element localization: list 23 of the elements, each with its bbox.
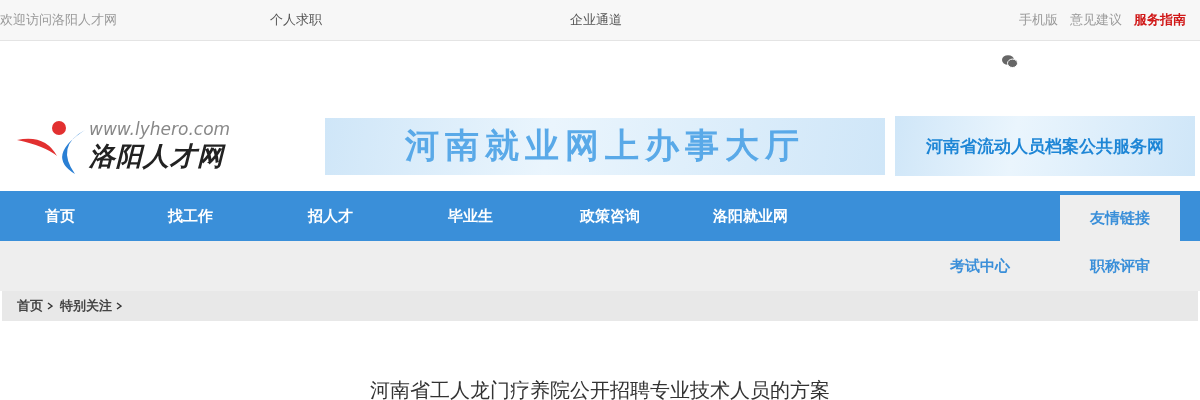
nav-tab[interactable]: 毕业生 xyxy=(400,191,540,241)
top-link[interactable]: 意见建议 xyxy=(1070,11,1122,29)
nav-tab[interactable]: 招人才 xyxy=(260,191,400,241)
nav-tab[interactable]: 友情链接 xyxy=(1060,195,1180,241)
channel-link[interactable]: 个人求职 xyxy=(270,11,570,29)
nav-tab[interactable]: 找工作 xyxy=(120,191,260,241)
subnav-link[interactable]: 职称评审 xyxy=(1060,241,1180,291)
top-link[interactable]: 服务指南 xyxy=(1134,11,1186,29)
chevron-icon xyxy=(47,302,53,310)
banner-link[interactable]: 河南就业网上办事大厅 xyxy=(325,117,885,175)
chevron-icon xyxy=(116,302,122,310)
top-link[interactable]: 手机版 xyxy=(1019,11,1058,29)
nav-tab[interactable]: 首页 xyxy=(0,191,120,241)
nav-tab[interactable]: 政策咨询 xyxy=(540,191,680,241)
breadcrumb-link[interactable]: 首页 xyxy=(17,297,43,315)
wechat-icon[interactable] xyxy=(1002,55,1018,68)
banner-link[interactable]: 河南省流动人员档案公共服务网 xyxy=(895,116,1195,176)
breadcrumb-link[interactable]: 特别关注 xyxy=(60,297,112,315)
nav-tab[interactable]: 洛阳就业网 xyxy=(680,191,820,241)
channel-link[interactable]: 企业通道 xyxy=(570,11,622,29)
subnav-link[interactable]: 考试中心 xyxy=(920,241,1040,291)
welcome-text: 欢迎访问洛阳人才网 xyxy=(0,11,118,29)
article-title: 河南省工人龙门疗养院公开招聘专业技术人员的方案 xyxy=(369,377,831,400)
